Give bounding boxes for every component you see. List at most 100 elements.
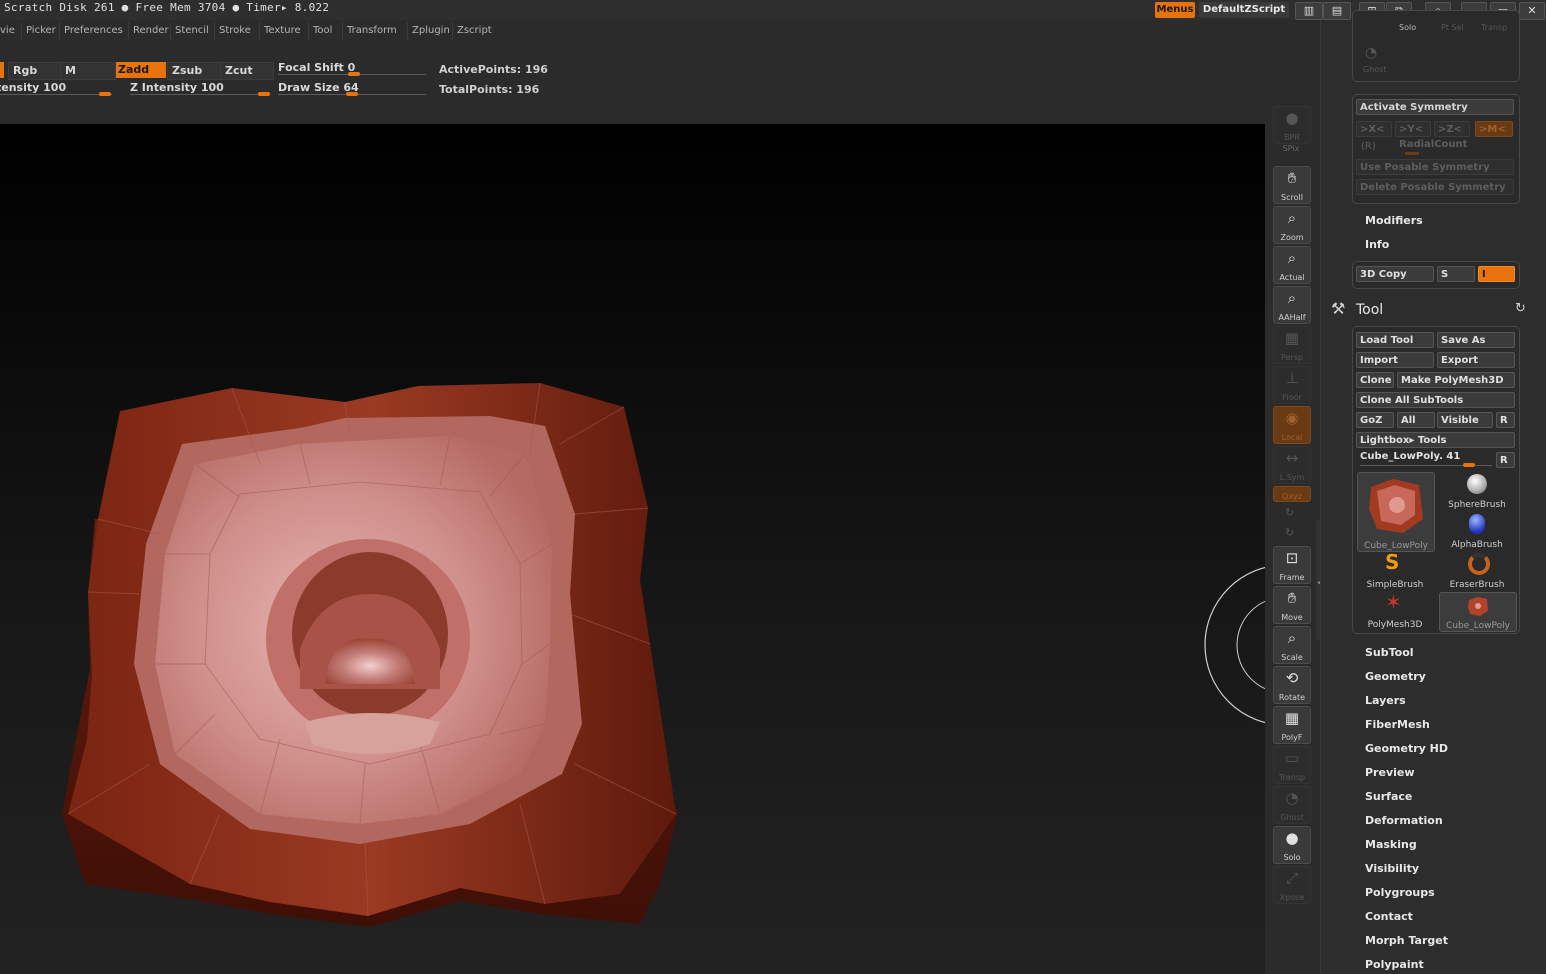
tool-thumb-cube-large[interactable]: Cube_LowPoly [1357, 472, 1435, 552]
menu-movie[interactable]: vie [0, 22, 19, 40]
load-tool-button[interactable]: Load Tool [1356, 332, 1434, 348]
transp-button[interactable]: ▭ Transp [1273, 746, 1311, 784]
ghost-icon-small[interactable]: ◔ [1365, 45, 1377, 61]
activate-symmetry-button[interactable]: Activate Symmetry [1356, 99, 1514, 115]
bpr-button[interactable]: ● BPR [1273, 106, 1311, 144]
modifiers-section[interactable]: Modifiers [1365, 214, 1423, 227]
menu-transform[interactable]: Transform [342, 22, 401, 40]
frame-button[interactable]: ⊡ Frame [1273, 546, 1311, 584]
lightbox-tools-button[interactable]: Lightbox▸ Tools [1356, 432, 1515, 448]
xyz-button[interactable]: Qxyz [1273, 486, 1311, 502]
rgb-button[interactable]: Rgb [8, 62, 62, 80]
surface-section[interactable]: Surface [1365, 790, 1412, 803]
rotate-button[interactable]: ⟲ Rotate [1273, 666, 1311, 704]
aahalf-button[interactable]: ⌕ AAHalf [1273, 286, 1311, 324]
tool-thumb-cube-small[interactable]: Cube_LowPoly [1439, 592, 1517, 632]
menu-render[interactable]: Render [128, 22, 173, 40]
sym-y-button[interactable]: >Y< [1395, 121, 1431, 137]
clone-button[interactable]: Clone [1356, 372, 1394, 388]
clone-all-subtools-button[interactable]: Clone All SubTools [1356, 392, 1515, 408]
tool-thumb-alphabrush[interactable]: AlphaBrush [1439, 512, 1515, 550]
menu-preferences[interactable]: Preferences [59, 22, 127, 40]
polyf-button[interactable]: ▦ PolyF [1273, 706, 1311, 744]
goz-r-button[interactable]: R [1496, 412, 1515, 428]
m-button[interactable]: M [60, 62, 116, 80]
info-section[interactable]: Info [1365, 238, 1389, 251]
delete-posable-symmetry-button[interactable]: Delete Posable Symmetry [1356, 179, 1514, 195]
radial-count-slider[interactable]: RadialCount [1399, 139, 1467, 150]
lsym-button[interactable]: ↔ L.Sym [1273, 446, 1311, 484]
actual-button[interactable]: ⌕ Actual [1273, 246, 1311, 284]
rotate-z-icon[interactable]: ↻ [1285, 526, 1294, 539]
reset-icon[interactable]: ↻ [1515, 301, 1526, 316]
move-button[interactable]: ✋︎ Move [1273, 586, 1311, 624]
menu-stroke[interactable]: Stroke [214, 22, 255, 40]
persp-button[interactable]: ▦ Persp [1273, 326, 1311, 364]
deformation-section[interactable]: Deformation [1365, 814, 1443, 827]
i-button[interactable]: I [1478, 266, 1515, 282]
focal-shift-knob[interactable] [348, 72, 360, 76]
sym-m-button[interactable]: >M< [1475, 121, 1513, 137]
ptsel-label[interactable]: Pt Sel [1441, 23, 1464, 32]
geometry-hd-section[interactable]: Geometry HD [1365, 742, 1448, 755]
scroll-button[interactable]: ✋︎ Scroll [1273, 166, 1311, 204]
masking-section[interactable]: Masking [1365, 838, 1417, 851]
goz-visible-button[interactable]: Visible [1437, 412, 1493, 428]
zsub-button[interactable]: Zsub [167, 62, 221, 80]
spix-label[interactable]: SPix [1273, 144, 1309, 153]
tool-thumb-eraserbrush[interactable]: EraserBrush [1439, 552, 1515, 590]
morph-target-section[interactable]: Morph Target [1365, 934, 1448, 947]
radial-r-button[interactable]: (R) [1361, 141, 1376, 152]
zcut-button[interactable]: Zcut [220, 62, 274, 80]
close-icon[interactable]: ✕ [1519, 2, 1545, 20]
menu-stencil[interactable]: Stencil [170, 22, 213, 40]
menu-picker[interactable]: Picker [21, 22, 60, 40]
import-button[interactable]: Import [1356, 352, 1434, 368]
solo-button[interactable]: ● Solo [1273, 826, 1311, 864]
fibermesh-section[interactable]: FiberMesh [1365, 718, 1430, 731]
use-posable-symmetry-button[interactable]: Use Posable Symmetry [1356, 159, 1514, 175]
menu-zscript[interactable]: Zscript [452, 22, 496, 40]
goz-all-button[interactable]: All [1397, 412, 1435, 428]
tool-palette-title[interactable]: Tool [1356, 302, 1383, 318]
z-intensity-knob[interactable] [258, 92, 270, 96]
ghost-label[interactable]: Ghost [1363, 65, 1386, 74]
export-button[interactable]: Export [1437, 352, 1515, 368]
zadd-button[interactable]: Zadd [116, 62, 166, 78]
document-canvas[interactable] [0, 124, 1265, 974]
current-tool-r-button[interactable]: R [1496, 452, 1515, 468]
palette-icon-b[interactable]: ▤ [1323, 2, 1351, 20]
radial-count-knob[interactable] [1405, 152, 1419, 155]
transp-label[interactable]: Transp [1481, 23, 1507, 32]
subtool-section[interactable]: SubTool [1365, 646, 1414, 659]
current-tool-knob[interactable] [1463, 463, 1475, 467]
preview-section[interactable]: Preview [1365, 766, 1415, 779]
palette-icon-a[interactable]: ▥ [1295, 2, 1323, 20]
visibility-section[interactable]: Visibility [1365, 862, 1419, 875]
save-as-button[interactable]: Save As [1437, 332, 1515, 348]
menu-texture[interactable]: Texture [259, 22, 305, 40]
3d-copy-button[interactable]: 3D Copy [1356, 266, 1434, 282]
rotate-y-icon[interactable]: ↻ [1285, 506, 1294, 519]
mrgb-button[interactable] [0, 62, 4, 78]
scale-button[interactable]: ⌕ Scale [1273, 626, 1311, 664]
make-polymesh3d-button[interactable]: Make PolyMesh3D [1397, 372, 1515, 388]
draw-size-knob[interactable] [346, 92, 358, 96]
s-button[interactable]: S [1437, 266, 1475, 282]
contact-section[interactable]: Contact [1365, 910, 1413, 923]
tool-thumb-simplebrush[interactable]: S SimpleBrush [1357, 550, 1433, 590]
polygroups-section[interactable]: Polygroups [1365, 886, 1435, 899]
layers-section[interactable]: Layers [1365, 694, 1406, 707]
ghost-button[interactable]: ◔ Ghost [1273, 786, 1311, 824]
sym-z-button[interactable]: >Z< [1434, 121, 1470, 137]
zoom-button[interactable]: ⌕ Zoom [1273, 206, 1311, 244]
rgb-intensity-knob[interactable] [99, 92, 111, 96]
local-button[interactable]: ◉ Local [1273, 406, 1311, 444]
sym-x-button[interactable]: >X< [1356, 121, 1392, 137]
default-zscript-button[interactable]: DefaultZScript [1199, 2, 1289, 18]
polypaint-section[interactable]: Polypaint [1365, 958, 1424, 971]
geometry-section[interactable]: Geometry [1365, 670, 1426, 683]
tool-thumb-spherebrush[interactable]: SphereBrush [1439, 472, 1515, 510]
menus-button[interactable]: Menus [1155, 2, 1195, 18]
xpose-button[interactable]: ⤢ Xpose [1273, 866, 1311, 904]
